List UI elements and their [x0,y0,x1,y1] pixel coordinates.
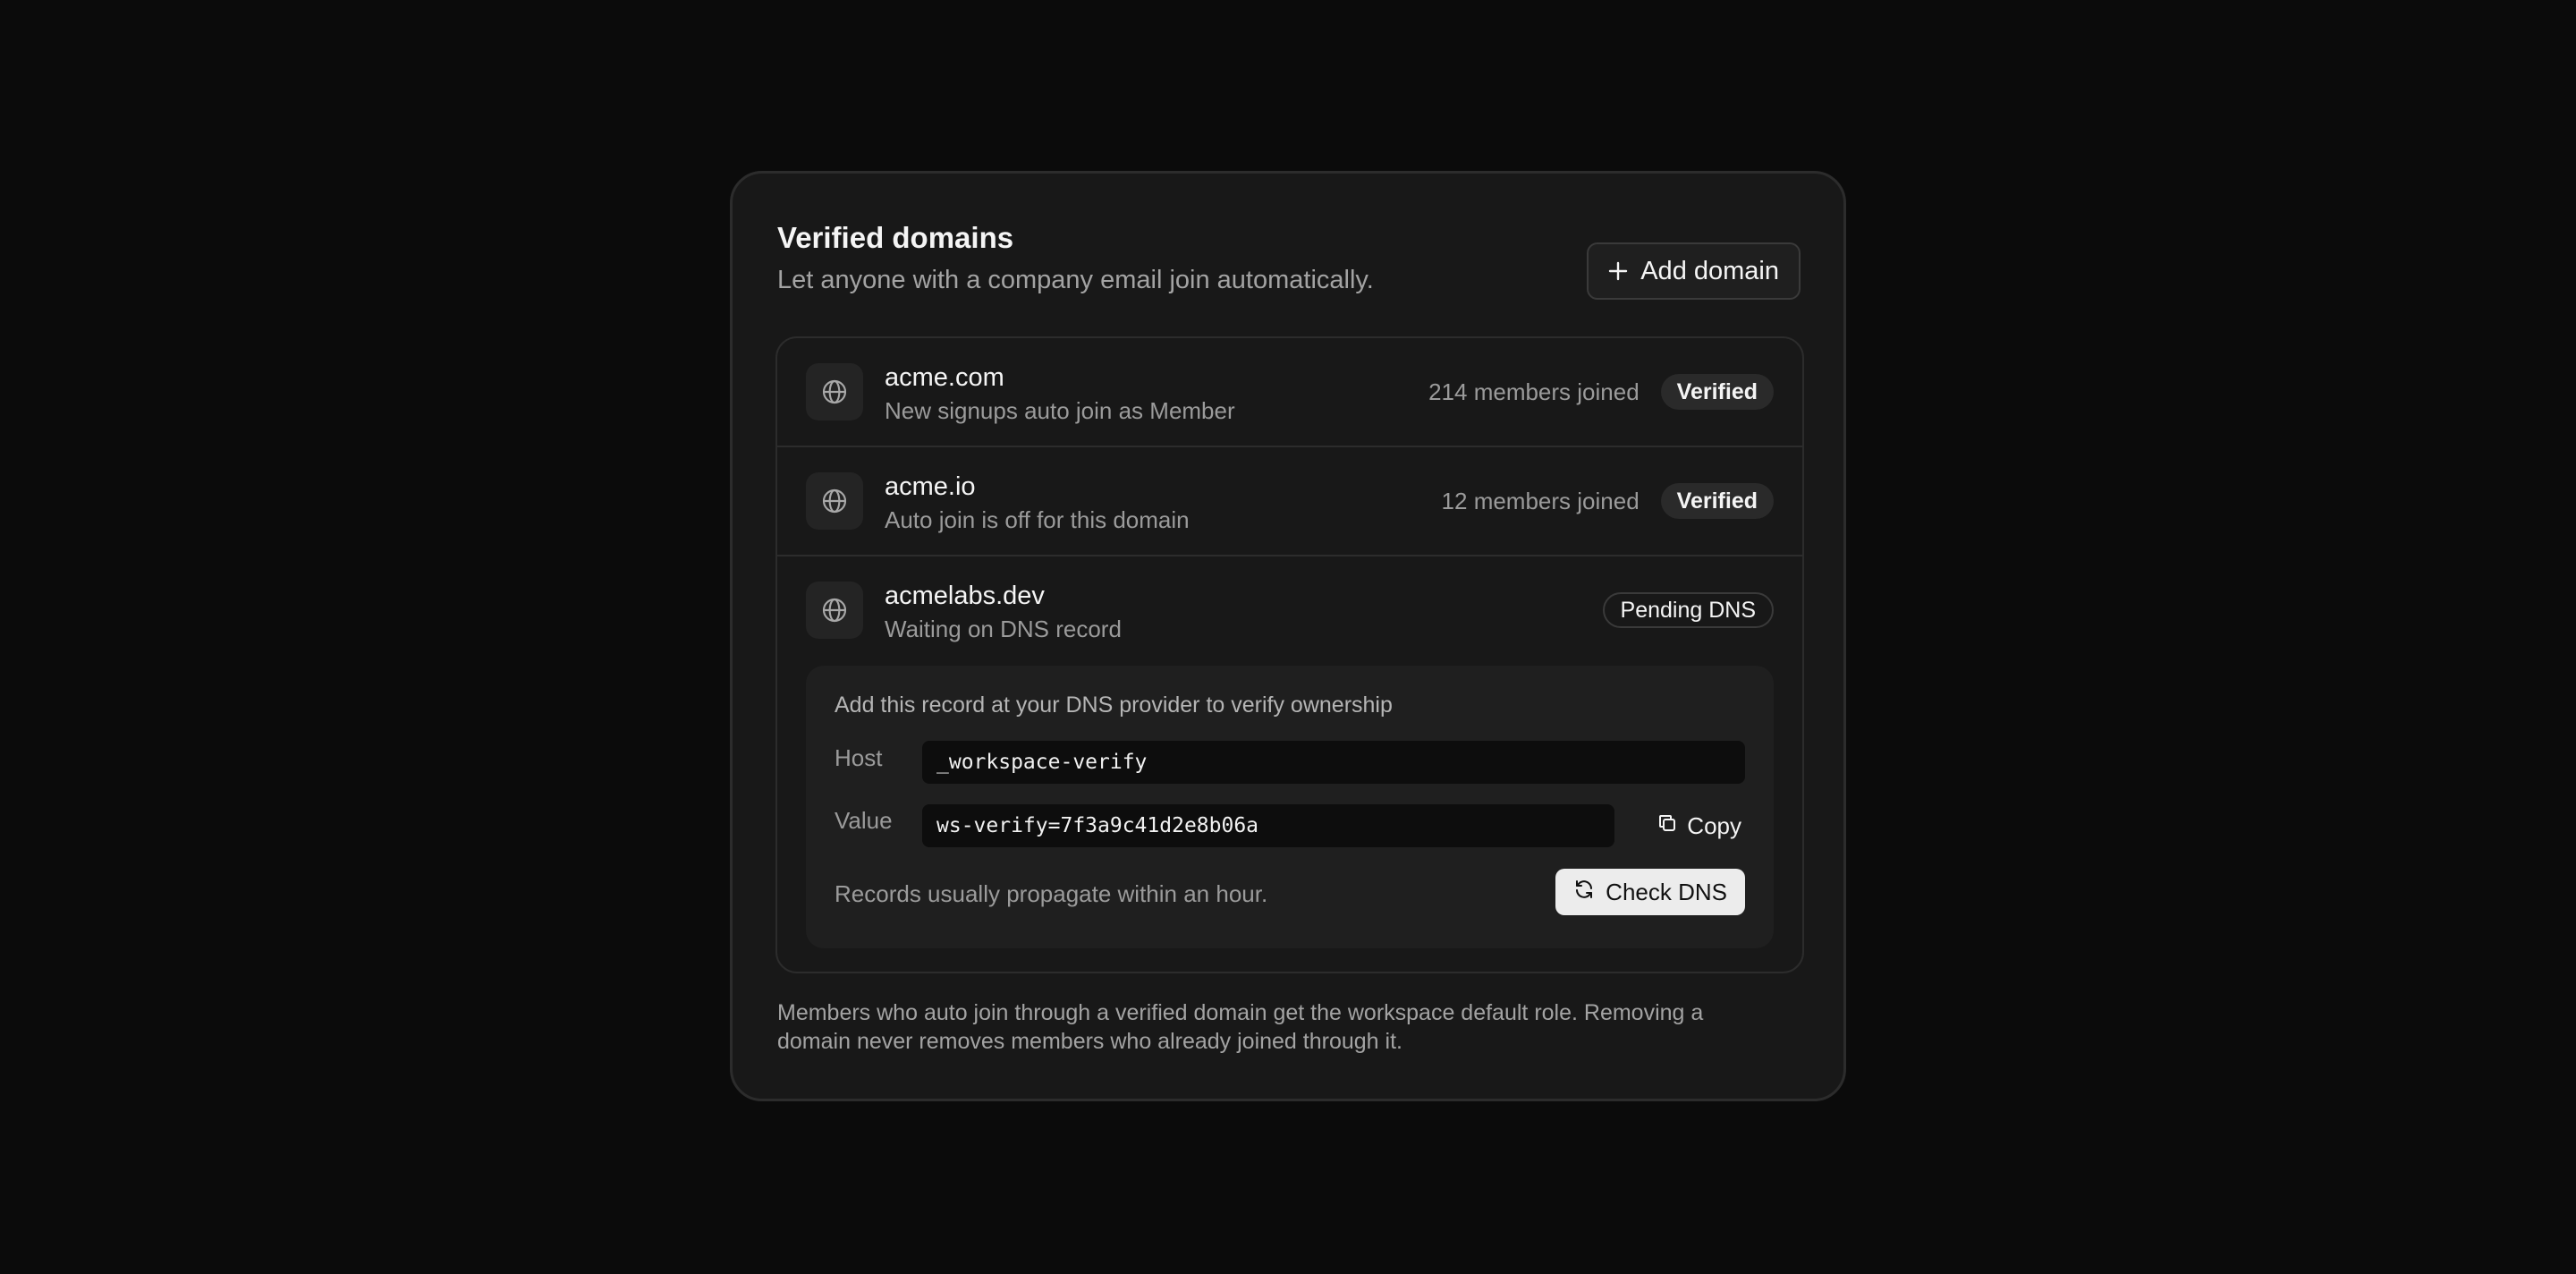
domain-name: acme.com [885,363,1004,392]
status-badge: Verified [1660,483,1774,519]
add-domain-button[interactable]: Add domain [1587,242,1801,300]
domain-description: Auto join is off for this domain [885,506,1190,533]
plus-icon [1608,261,1628,281]
add-domain-label: Add domain [1640,256,1779,285]
check-dns-label: Check DNS [1606,878,1727,905]
domain-name: acme.io [885,472,976,501]
footer-note: Members who auto join through a verified… [777,1000,1704,1054]
domain-info: acme.com New signups auto join as Member [885,361,1235,426]
propagation-note: Records usually propagate within an hour… [835,880,1268,907]
host-field[interactable]: _workspace-verify [922,741,1745,784]
dns-record-panel: Add this record at your DNS provider to … [806,666,1774,948]
domain-row[interactable]: acme.io Auto join is off for this domain… [777,447,1802,556]
domain-info: acmelabs.dev Waiting on DNS record [885,580,1122,644]
domain-meta: Pending DNS [1602,556,1774,664]
domain-name: acmelabs.dev [885,582,1045,610]
domain-description: Waiting on DNS record [885,616,1122,642]
value-label: Value [835,807,893,834]
value-field[interactable]: ws-verify=7f3a9c41d2e8b06a [922,804,1614,847]
refresh-icon [1573,879,1595,906]
globe-icon [806,472,863,530]
card-title: Verified domains [777,221,1014,254]
domain-info: acme.io Auto join is off for this domain [885,471,1190,535]
card-header: Verified domains Let anyone with a compa… [777,220,1374,297]
verified-domains-card: Verified domains Let anyone with a compa… [730,171,1846,1101]
members-count: 12 members joined [1441,487,1640,514]
domain-meta: 12 members joined Verified [1442,447,1774,555]
status-badge: Pending DNS [1602,592,1774,628]
host-label: Host [835,744,883,771]
status-badge: Verified [1660,374,1774,410]
domain-description: New signups auto join as Member [885,397,1235,424]
globe-icon [806,582,863,639]
copy-icon [1657,812,1678,840]
globe-icon [806,363,863,420]
dns-instructions: Add this record at your DNS provider to … [835,692,1393,718]
copy-label: Copy [1687,811,1741,839]
copy-button[interactable]: Copy [1653,804,1745,847]
check-dns-button[interactable]: Check DNS [1555,869,1745,915]
domain-meta: 214 members joined Verified [1428,338,1774,446]
card-subtitle: Let anyone with a company email join aut… [777,266,1374,294]
domain-list: acme.com New signups auto join as Member… [775,336,1804,973]
domain-row[interactable]: acmelabs.dev Waiting on DNS record Pendi… [777,556,1802,664]
domain-row[interactable]: acme.com New signups auto join as Member… [777,338,1802,447]
members-count: 214 members joined [1428,378,1640,405]
